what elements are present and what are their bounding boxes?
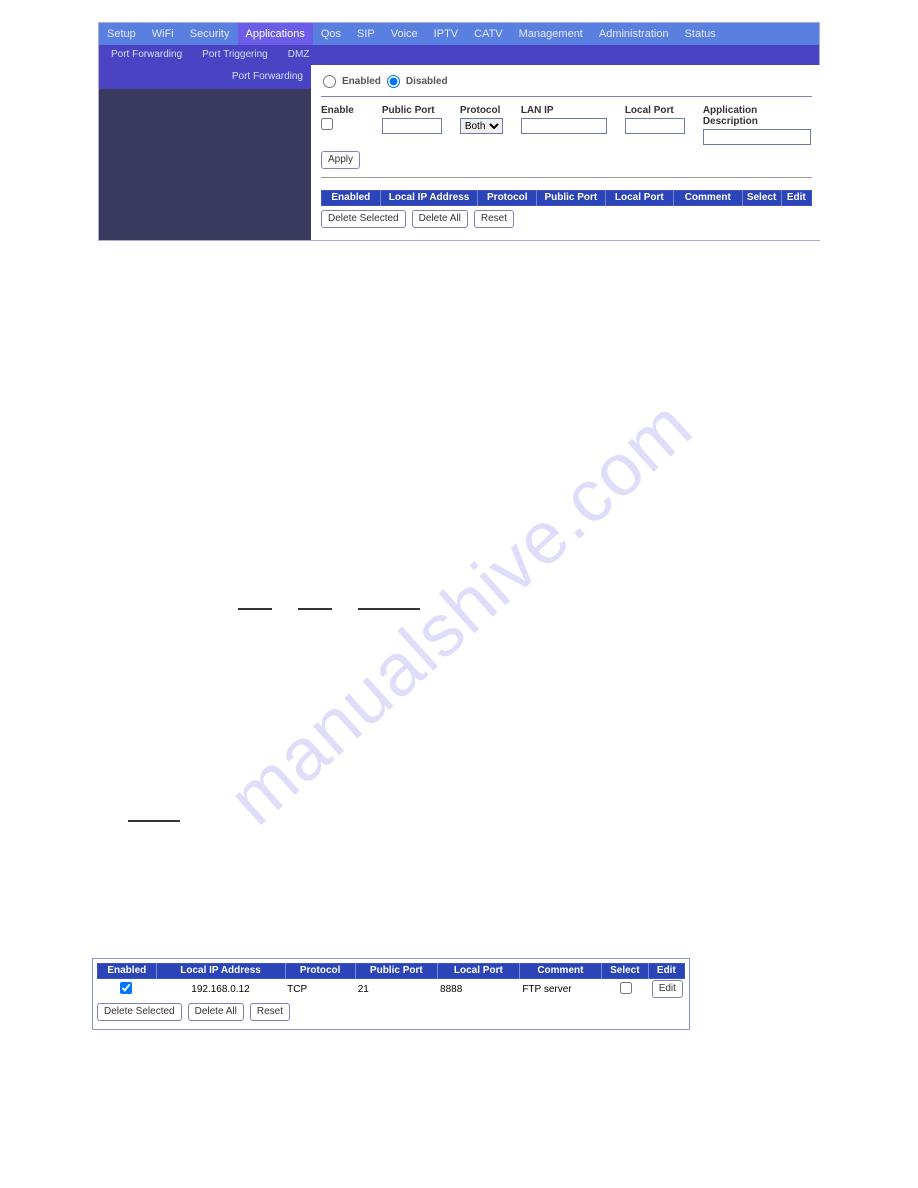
input-app-desc[interactable] [703, 129, 811, 145]
th2-enabled: Enabled [98, 963, 157, 979]
th2-edit: Edit [649, 963, 684, 979]
nav-administration[interactable]: Administration [591, 23, 677, 45]
delete-all-button[interactable]: Delete All [412, 210, 468, 228]
content-area: Enabled Disabled Enable Public Port Prot… [311, 65, 822, 240]
label-local-port: Local Port [625, 105, 674, 116]
th-select: Select [743, 190, 782, 206]
divider-2 [321, 177, 812, 178]
nav-applications[interactable]: Applications [238, 23, 313, 45]
nav-status[interactable]: Status [677, 23, 724, 45]
radio-disabled-label: Disabled [406, 76, 448, 87]
row-enabled-checkbox[interactable] [120, 982, 132, 994]
nav-management[interactable]: Management [511, 23, 591, 45]
nav-setup[interactable]: Setup [99, 23, 144, 45]
table-row: 192.168.0.12 TCP 21 8888 FTP server Edit [97, 979, 685, 999]
th2-local-ip: Local IP Address [157, 963, 286, 979]
nav-security[interactable]: Security [182, 23, 238, 45]
example-rules-table: Enabled Local IP Address Protocol Public… [92, 958, 690, 1030]
subnav-port-triggering[interactable]: Port Triggering [192, 45, 278, 65]
lower-delete-all-button[interactable]: Delete All [188, 1003, 244, 1021]
th2-comment: Comment [520, 963, 602, 979]
th-local-ip: Local IP Address [381, 190, 479, 206]
row-local-port: 8888 [438, 984, 520, 995]
radio-enabled-label: Enabled [342, 76, 381, 87]
radio-enabled[interactable] [323, 75, 336, 88]
th-local-port: Local Port [606, 190, 674, 206]
nav-sip[interactable]: SIP [349, 23, 383, 45]
nav-qos[interactable]: Qos [313, 23, 349, 45]
sidebar: Port Forwarding [99, 65, 311, 240]
label-app-desc: Application Description [703, 105, 812, 127]
enable-radio-group: Enabled Disabled [321, 69, 812, 94]
label-enable: Enable [321, 105, 354, 116]
nav-wifi[interactable]: WiFi [144, 23, 182, 45]
th-edit: Edit [782, 190, 811, 206]
nav-iptv[interactable]: IPTV [426, 23, 466, 45]
row-edit-button[interactable]: Edit [652, 980, 683, 998]
doc-underline-group [238, 608, 420, 610]
reset-button[interactable]: Reset [474, 210, 514, 228]
subnav-dmz[interactable]: DMZ [278, 45, 320, 65]
row-public-port: 21 [356, 984, 438, 995]
th2-public-port: Public Port [356, 963, 438, 979]
row-ip: 192.168.0.12 [156, 984, 285, 995]
row-protocol: TCP [285, 984, 356, 995]
input-lan-ip[interactable] [521, 118, 607, 134]
main-nav: Setup WiFi Security Applications Qos SIP… [99, 23, 819, 45]
nav-voice[interactable]: Voice [383, 23, 426, 45]
th2-select: Select [602, 963, 649, 979]
sidebar-section-label: Port Forwarding [99, 65, 311, 89]
watermark-text: manualshive.com [212, 383, 708, 841]
form-row: Enable Public Port Protocol Both LAN IP … [321, 101, 812, 147]
rules-table-header: Enabled Local IP Address Protocol Public… [321, 190, 812, 206]
delete-selected-button[interactable]: Delete Selected [321, 210, 406, 228]
nav-catv[interactable]: CATV [466, 23, 511, 45]
row-comment: FTP server [520, 984, 602, 995]
checkbox-enable[interactable] [321, 118, 333, 130]
doc-underline-single [128, 820, 180, 822]
select-protocol[interactable]: Both [460, 118, 503, 134]
radio-disabled[interactable] [387, 75, 400, 88]
label-lan-ip: LAN IP [521, 105, 554, 116]
divider [321, 96, 812, 97]
row-select-checkbox[interactable] [620, 982, 632, 994]
lower-delete-selected-button[interactable]: Delete Selected [97, 1003, 182, 1021]
apply-button[interactable]: Apply [321, 151, 360, 169]
input-public-port[interactable] [382, 118, 442, 134]
th-enabled: Enabled [322, 190, 381, 206]
th2-local-port: Local Port [438, 963, 520, 979]
th-comment: Comment [674, 190, 742, 206]
label-public-port: Public Port [382, 105, 435, 116]
subnav-port-forwarding[interactable]: Port Forwarding [101, 45, 192, 65]
th-protocol: Protocol [478, 190, 537, 206]
sub-nav: Port Forwarding Port Triggering DMZ [99, 45, 819, 65]
input-local-port[interactable] [625, 118, 685, 134]
router-admin-panel: Setup WiFi Security Applications Qos SIP… [98, 22, 820, 241]
th2-protocol: Protocol [286, 963, 356, 979]
example-table-header: Enabled Local IP Address Protocol Public… [97, 963, 685, 979]
th-public-port: Public Port [537, 190, 605, 206]
lower-reset-button[interactable]: Reset [250, 1003, 290, 1021]
label-protocol: Protocol [460, 105, 501, 116]
